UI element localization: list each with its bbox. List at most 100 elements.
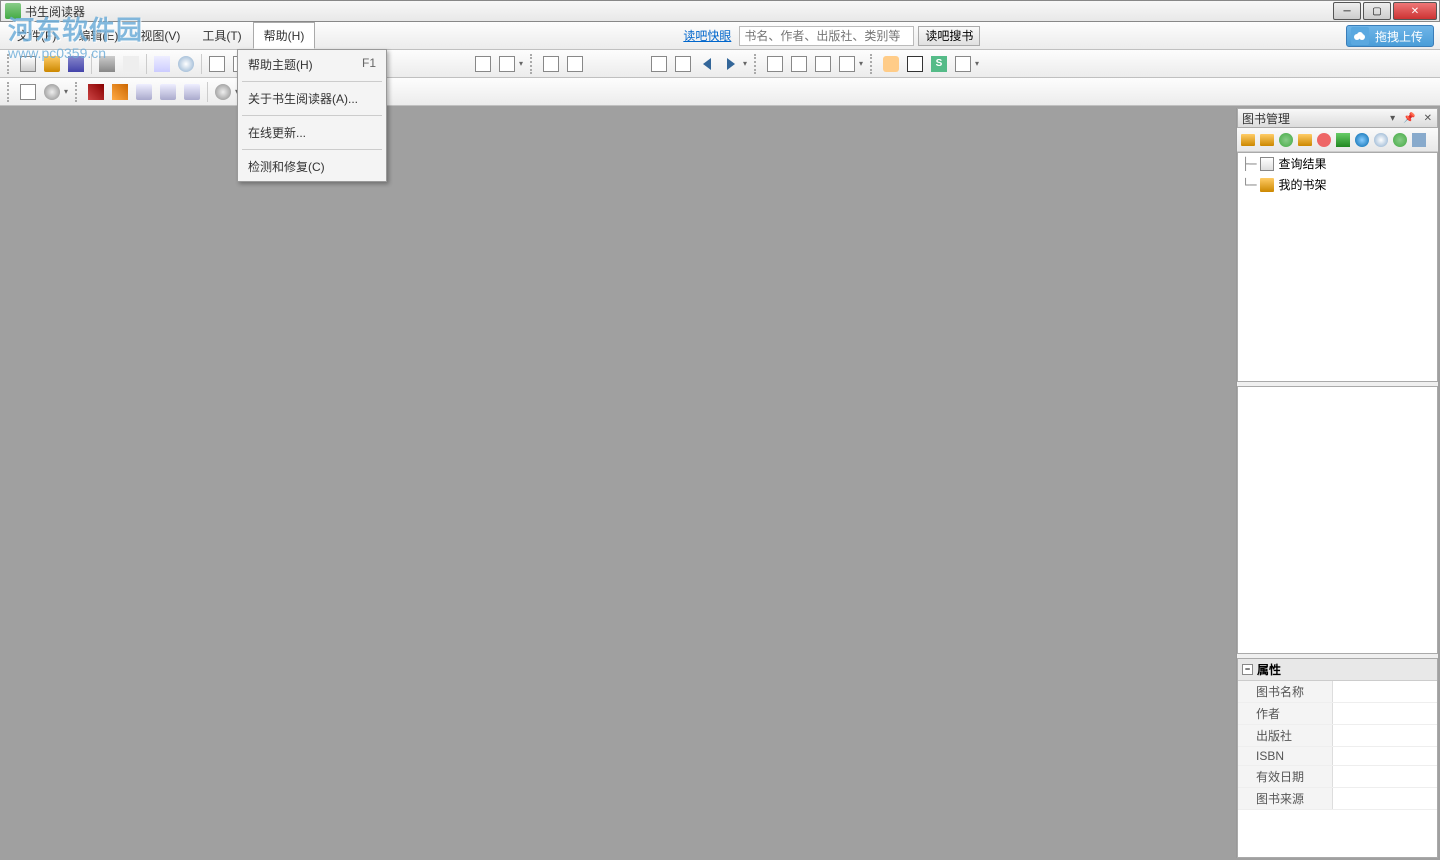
dropdown-arrow-icon[interactable]: ▾ [975, 59, 983, 68]
dropdown-arrow-icon[interactable]: ▾ [859, 59, 867, 68]
refresh-button[interactable] [1277, 131, 1295, 149]
gear-button[interactable] [41, 81, 63, 103]
delete-button[interactable] [1315, 131, 1333, 149]
toolbar-grip[interactable] [870, 54, 876, 74]
highlight-button[interactable] [157, 81, 179, 103]
view2-button[interactable] [496, 53, 518, 75]
maximize-button[interactable]: ▢ [1363, 2, 1391, 20]
folder-open-button[interactable] [1239, 131, 1257, 149]
toolbar-grip[interactable] [530, 54, 536, 74]
panel-close-button[interactable]: ✕ [1421, 113, 1435, 124]
pen-button[interactable] [85, 81, 107, 103]
link-duba[interactable]: 读吧快眼 [683, 27, 731, 44]
folder-button[interactable] [1258, 131, 1276, 149]
shape-button[interactable] [181, 81, 203, 103]
tree-item-shelf[interactable]: └─ 我的书架 [1238, 174, 1437, 195]
tool-button[interactable] [952, 53, 974, 75]
dropdown-arrow-icon[interactable]: ▾ [743, 59, 751, 68]
settings-button[interactable] [212, 81, 234, 103]
prop-value[interactable] [1333, 703, 1437, 724]
last-page-button[interactable] [564, 53, 586, 75]
about-item[interactable]: 关于书生阅读器(A)... [238, 84, 386, 113]
menu-tools[interactable]: 工具(T) [191, 22, 252, 49]
dropdown-arrow-icon[interactable]: ▾ [64, 87, 72, 96]
prop-value[interactable] [1333, 725, 1437, 746]
note-button[interactable] [17, 81, 39, 103]
layout1-button[interactable] [764, 53, 786, 75]
more-button[interactable] [1410, 131, 1428, 149]
layout4-button[interactable] [836, 53, 858, 75]
prop-value[interactable] [1333, 681, 1437, 702]
first-page-button[interactable] [540, 53, 562, 75]
gear-icon [44, 84, 60, 100]
print-button[interactable] [96, 53, 118, 75]
menu-file[interactable]: 文件(F) [6, 22, 67, 49]
document-canvas [2, 108, 1236, 858]
zoom-button[interactable] [1372, 131, 1390, 149]
copy-button[interactable] [151, 53, 173, 75]
prop-row-date: 有效日期 [1238, 766, 1437, 788]
arrow-right-icon [727, 58, 735, 70]
globe-button[interactable] [1353, 131, 1371, 149]
toolbar-separator [201, 54, 202, 74]
highlight-icon [160, 84, 176, 100]
nav1-button[interactable] [648, 53, 670, 75]
nav2-button[interactable] [672, 53, 694, 75]
view1-button[interactable] [472, 53, 494, 75]
help-topics-item[interactable]: 帮助主题(H) F1 [238, 50, 386, 79]
toolbar-grip[interactable] [7, 54, 13, 74]
menu-view[interactable]: 视图(V) [129, 22, 191, 49]
next-button[interactable] [720, 53, 742, 75]
layout2-button[interactable] [788, 53, 810, 75]
find-button[interactable] [175, 53, 197, 75]
open-button[interactable] [41, 53, 63, 75]
new-button[interactable] [17, 53, 39, 75]
open-icon [44, 56, 60, 72]
upload-button[interactable]: 拖拽上传 [1346, 25, 1434, 47]
prop-value[interactable] [1333, 788, 1437, 809]
tree-label: 查询结果 [1278, 155, 1326, 172]
prop-row-publisher: 出版社 [1238, 725, 1437, 747]
minimize-button[interactable]: ─ [1333, 2, 1361, 20]
pointer-button[interactable] [904, 53, 926, 75]
prop-value[interactable] [1333, 747, 1437, 765]
toolbar-grip[interactable] [754, 54, 760, 74]
copy-icon [154, 56, 170, 72]
tree-item-results[interactable]: ├─ 查询结果 [1238, 153, 1437, 174]
menu-help[interactable]: 帮助(H) [253, 22, 316, 49]
layout3-button[interactable] [812, 53, 834, 75]
props-header[interactable]: − 属性 [1238, 659, 1437, 681]
prop-row-isbn: ISBN [1238, 747, 1437, 766]
erase-button[interactable] [133, 81, 155, 103]
s-button[interactable]: S [928, 53, 950, 75]
cut-button[interactable] [120, 53, 142, 75]
search-button[interactable]: 读吧搜书 [918, 26, 980, 46]
prev-button[interactable] [696, 53, 718, 75]
collapse-icon[interactable]: − [1242, 664, 1253, 675]
repair-item[interactable]: 检测和修复(C) [238, 152, 386, 181]
toolbar-grip[interactable] [75, 82, 81, 102]
close-button[interactable]: ✕ [1393, 2, 1437, 20]
cloud-icon [1351, 27, 1369, 45]
panel-menu-button[interactable]: ▾ [1387, 113, 1398, 124]
menu-edit[interactable]: 编辑(E) [67, 22, 129, 49]
search-input[interactable] [739, 26, 914, 46]
folder-icon [1241, 134, 1255, 146]
add-icon [1298, 134, 1312, 146]
brush-button[interactable] [109, 81, 131, 103]
save-button[interactable] [65, 53, 87, 75]
menu-item-label: 检测和修复(C) [248, 158, 325, 175]
dropdown-arrow-icon[interactable]: ▾ [519, 59, 527, 68]
hand-button[interactable] [880, 53, 902, 75]
last-page-icon [567, 56, 583, 72]
toolbar-grip[interactable] [7, 82, 13, 102]
panel-header-books: 图书管理 ▾ 📌 ✕ [1237, 108, 1438, 128]
download-button[interactable] [1334, 131, 1352, 149]
page-icon [499, 56, 515, 72]
sync-button[interactable] [1391, 131, 1409, 149]
prop-value[interactable] [1333, 766, 1437, 787]
page1-button[interactable] [206, 53, 228, 75]
panel-pin-button[interactable]: 📌 [1400, 113, 1418, 124]
update-item[interactable]: 在线更新... [238, 118, 386, 147]
add-button[interactable] [1296, 131, 1314, 149]
